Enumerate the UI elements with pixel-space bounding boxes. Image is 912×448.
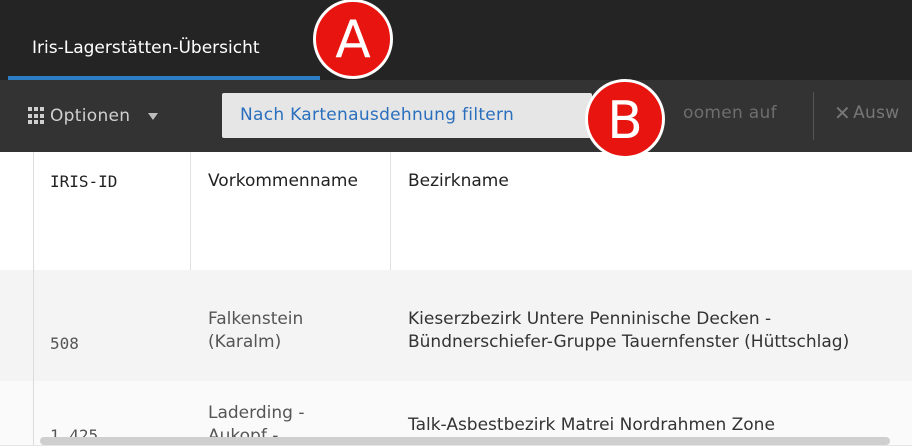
clear-selection-label: Ausw [853, 103, 900, 123]
options-button[interactable]: Optionen [28, 103, 159, 129]
toolbar-divider [813, 92, 814, 140]
column-header-iris-id[interactable]: IRIS-ID [50, 170, 117, 193]
chevron-down-icon [148, 112, 159, 120]
attribute-table: IRIS-ID Vorkommenname Bezirkname 508 Fal… [0, 152, 912, 446]
cell-bezirkname: Kieserzbezirk Untere Penninische Decken … [408, 308, 849, 354]
options-label: Optionen [50, 106, 131, 126]
column-header-vorkommenname[interactable]: Vorkommenname [208, 170, 358, 193]
cell-text-line: Kieserzbezirk Untere Penninische Decken … [408, 309, 772, 329]
row-selector-column [0, 152, 34, 445]
cell-iris-id: 508 [50, 334, 79, 353]
cell-text-line: Bündnerschiefer-Gruppe Tauernfenster (Hü… [408, 332, 850, 352]
horizontal-scrollbar[interactable] [40, 437, 890, 445]
cell-vorkommenname: Falkenstein (Karalm) [208, 308, 303, 354]
close-icon: ✕ [834, 101, 852, 125]
filter-by-map-extent-button[interactable]: Nach Kartenausdehnung filtern [222, 93, 592, 138]
zoom-to-button[interactable]: oomen auf [683, 103, 777, 123]
column-divider [390, 152, 391, 270]
cell-text-line: (Karalm) [208, 332, 282, 352]
clear-selection-button[interactable]: ✕ Ausw [834, 101, 899, 125]
annotation-badge-a: A [313, 0, 393, 79]
cell-text-line: Falkenstein [208, 309, 304, 329]
cell-text-line: Laderding - [208, 403, 305, 423]
column-header-bezirkname[interactable]: Bezirkname [408, 170, 509, 193]
cell-bezirkname: Talk-Asbestbezirk Matrei Nordrahmen Zone [408, 414, 775, 437]
grid-icon [28, 107, 46, 125]
annotation-badge-b: B [585, 79, 665, 159]
cell-text-line: Talk-Asbestbezirk Matrei Nordrahmen Zone [408, 415, 775, 435]
tab-iris-overview[interactable]: Iris-Lagerstätten-Übersicht [8, 24, 318, 80]
column-divider [190, 152, 191, 270]
